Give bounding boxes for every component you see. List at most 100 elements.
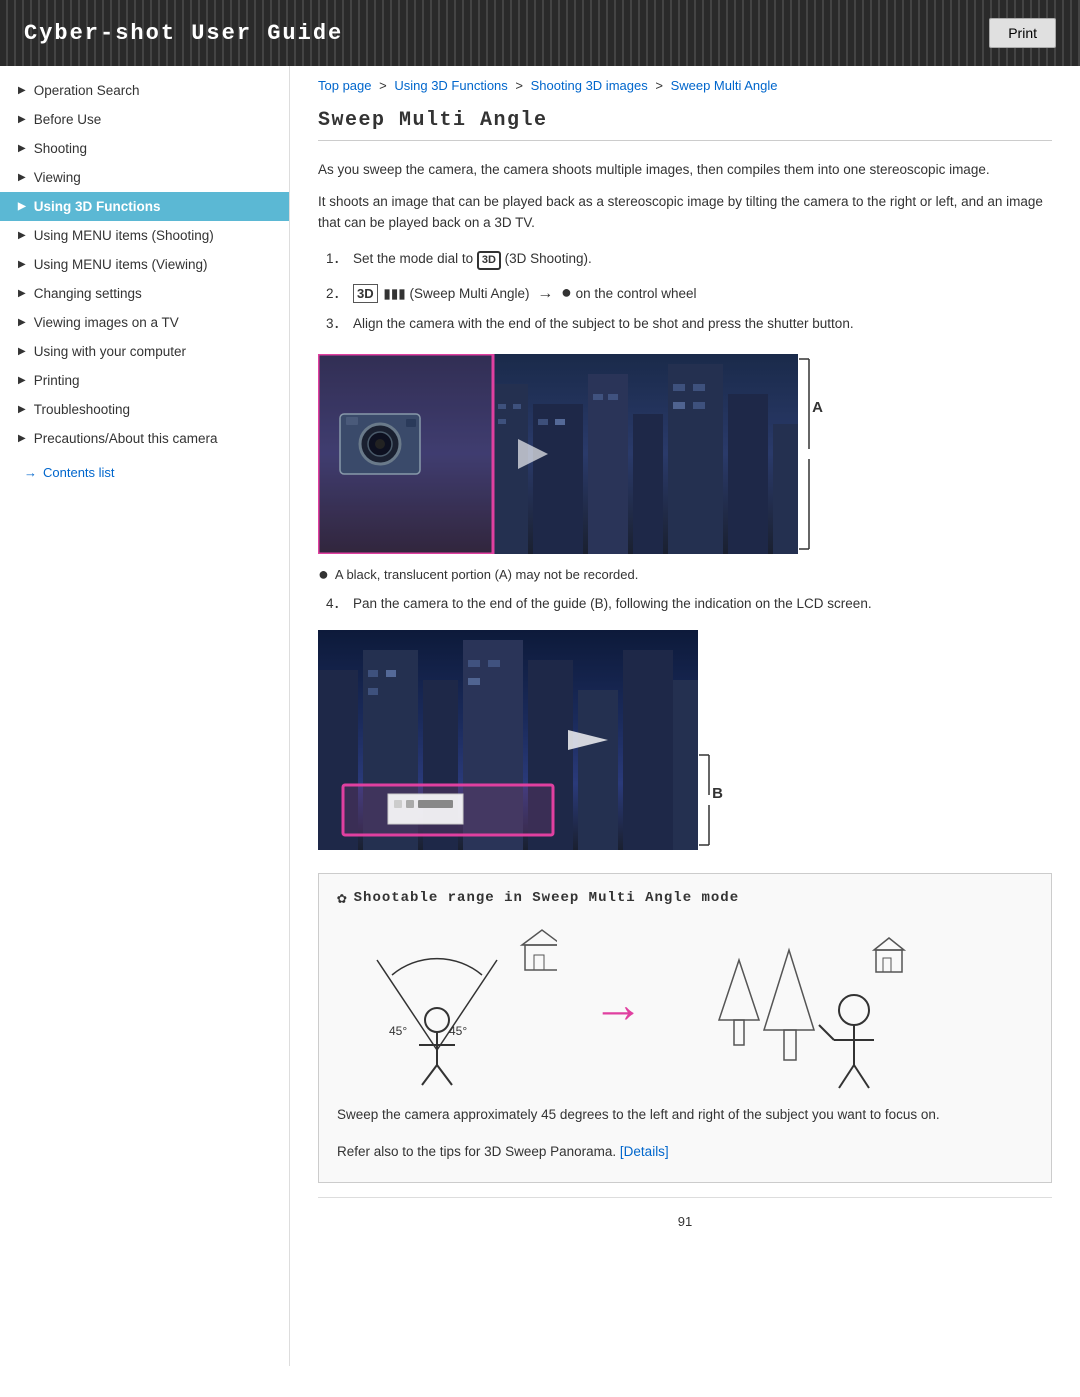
sidebar-item-12[interactable]: ▶Precautions/About this camera (0, 424, 289, 453)
label-a: A (812, 399, 823, 416)
sidebar-label-0: Operation Search (34, 83, 140, 98)
svg-text:45°: 45° (389, 1024, 407, 1038)
step-4-text: Pan the camera to the end of the guide (… (353, 593, 872, 616)
scene-1-svg (318, 354, 798, 554)
person-right-scene (679, 920, 909, 1090)
steps-list: 1． Set the mode dial to 3D (3D Shooting)… (326, 248, 1052, 336)
sidebar-item-5[interactable]: ▶ Using MENU items (Shooting) (0, 221, 289, 250)
contents-list-link[interactable]: → Contents list (0, 453, 289, 492)
step-3-num: 3． (326, 313, 347, 336)
main-content: Top page > Using 3D Functions > Shooting… (290, 66, 1080, 1366)
sidebar-arrow-icon-8: ▶ (18, 317, 26, 328)
sidebar-label-6: Using MENU items (Viewing) (34, 257, 208, 272)
breadcrumb-sweep[interactable]: Sweep Multi Angle (671, 78, 778, 93)
breadcrumb: Top page > Using 3D Functions > Shooting… (318, 66, 1052, 109)
step-2-num: 2． (326, 283, 347, 306)
breadcrumb-using3d[interactable]: Using 3D Functions (394, 78, 507, 93)
sidebar-item-6[interactable]: ▶ Using MENU items (Viewing) (0, 250, 289, 279)
sidebar-item-8[interactable]: ▶ Viewing images on a TV (0, 308, 289, 337)
tip-box: ✿ Shootable range in Sweep Multi Angle m… (318, 873, 1052, 1183)
step-4: 4． Pan the camera to the end of the guid… (326, 593, 1052, 616)
sidebar-label-11: Troubleshooting (34, 402, 130, 417)
bullet-icon: ● (318, 565, 329, 583)
breadcrumb-sep-1: > (379, 78, 390, 93)
sidebar-item-1[interactable]: ▶ Before Use (0, 105, 289, 134)
3d-badge: 3D (477, 251, 501, 270)
sidebar-item-7[interactable]: ▶ Changing settings (0, 279, 289, 308)
sidebar-label-8: Viewing images on a TV (34, 315, 179, 330)
person-left-svg: 45° 45° (337, 920, 557, 1090)
arrow-right-icon: → (24, 465, 37, 480)
breadcrumb-shooting3d[interactable]: Shooting 3D images (531, 78, 648, 93)
person-left-scene: 45° 45° (337, 920, 557, 1090)
sidebar-item-10[interactable]: ▶ Printing (0, 366, 289, 395)
sidebar-arrow-icon-12: ▶ (18, 433, 26, 444)
contents-list-label: Contents list (43, 465, 115, 480)
range-diagram: 45° 45° (337, 920, 1033, 1090)
step-3: 3． Align the camera with the end of the … (326, 313, 1052, 336)
image-container-2: B (318, 630, 698, 853)
sidebar: ▶Operation Search▶Before Use▶Shooting▶Vi… (0, 66, 290, 1366)
sidebar-arrow-icon-5: ▶ (18, 230, 26, 241)
breadcrumb-sep-2: > (515, 78, 526, 93)
sidebar-item-4[interactable]: ▶ Using 3D Functions (0, 192, 289, 221)
sidebar-item-2[interactable]: ▶ Shooting (0, 134, 289, 163)
page-number: 91 (318, 1197, 1052, 1239)
step-2-text: 3D ▮▮▮ (Sweep Multi Angle) → ● on the co… (353, 277, 696, 308)
sidebar-label-7: Changing settings (34, 286, 142, 301)
sidebar-label-4: Using 3D Functions (34, 199, 161, 214)
sidebar-item-9[interactable]: ▶ Using with your computer (0, 337, 289, 366)
sidebar-arrow-icon-11: ▶ (18, 404, 26, 415)
app-title: Cyber-shot User Guide (24, 21, 343, 46)
step-4-num: 4． (326, 593, 347, 616)
tip-footer-text-2: Refer also to the tips for 3D Sweep Pano… (337, 1141, 1033, 1164)
sidebar-label-9: Using with your computer (34, 344, 186, 359)
sidebar-item-3[interactable]: ▶Viewing (0, 163, 289, 192)
sidebar-arrow-icon-0: ▶ (18, 85, 26, 96)
sweep-icon: 3D (353, 284, 378, 303)
sidebar-item-11[interactable]: ▶ Troubleshooting (0, 395, 289, 424)
sidebar-arrow-icon-7: ▶ (18, 288, 26, 299)
layout: ▶Operation Search▶Before Use▶Shooting▶Vi… (0, 66, 1080, 1366)
sidebar-arrow-icon-2: ▶ (18, 143, 26, 154)
scene-2-svg (318, 630, 698, 850)
tip-header-text: Shootable range in Sweep Multi Angle mod… (354, 890, 739, 906)
sidebar-label-2: Shooting (34, 141, 87, 156)
breadcrumb-top[interactable]: Top page (318, 78, 372, 93)
sidebar-label-5: Using MENU items (Shooting) (34, 228, 214, 243)
step-2: 2． 3D ▮▮▮ (Sweep Multi Angle) → ● on the… (326, 277, 1052, 308)
bracket-a-svg (794, 354, 824, 554)
step-1-text: Set the mode dial to 3D (3D Shooting). (353, 248, 592, 271)
step-1-num: 1． (326, 248, 347, 271)
sidebar-arrow-icon-1: ▶ (18, 114, 26, 125)
pink-arrow-icon: → (592, 979, 644, 1031)
step-1: 1． Set the mode dial to 3D (3D Shooting)… (326, 248, 1052, 271)
label-b: B (712, 785, 723, 802)
sidebar-arrow-icon-6: ▶ (18, 259, 26, 270)
bullet-note-text: A black, translucent portion (A) may not… (335, 567, 639, 582)
intro-text-2: It shoots an image that can be played ba… (318, 191, 1052, 234)
page-title: Sweep Multi Angle (318, 109, 1052, 141)
sidebar-arrow-icon-10: ▶ (18, 375, 26, 386)
tip-icon: ✿ (337, 888, 348, 908)
header: Cyber-shot User Guide Print (0, 0, 1080, 66)
sidebar-arrow-icon-9: ▶ (18, 346, 26, 357)
arrow-sym: → (537, 285, 553, 302)
person-right-svg (679, 920, 909, 1090)
tip-header: ✿ Shootable range in Sweep Multi Angle m… (337, 888, 1033, 908)
sidebar-label-1: Before Use (34, 112, 102, 127)
image-container-1: A (318, 354, 798, 557)
details-link[interactable]: [Details] (620, 1144, 669, 1159)
breadcrumb-sep-3: > (655, 78, 666, 93)
sidebar-label-10: Printing (34, 373, 80, 388)
intro-text-1: As you sweep the camera, the camera shoo… (318, 159, 1052, 181)
circle-dot: ● (561, 282, 572, 302)
print-button[interactable]: Print (989, 18, 1056, 48)
sidebar-item-0[interactable]: ▶ Operation Search (0, 76, 289, 105)
sidebar-arrow-icon-4: ▶ (18, 201, 26, 212)
sweep-icon-film: ▮▮▮ (383, 286, 405, 301)
bullet-note: ● A black, translucent portion (A) may n… (318, 567, 1052, 583)
sidebar-arrow-icon-3: ▶ (18, 172, 26, 183)
svg-text:45°: 45° (449, 1024, 467, 1038)
step-3-text: Align the camera with the end of the sub… (353, 313, 854, 336)
